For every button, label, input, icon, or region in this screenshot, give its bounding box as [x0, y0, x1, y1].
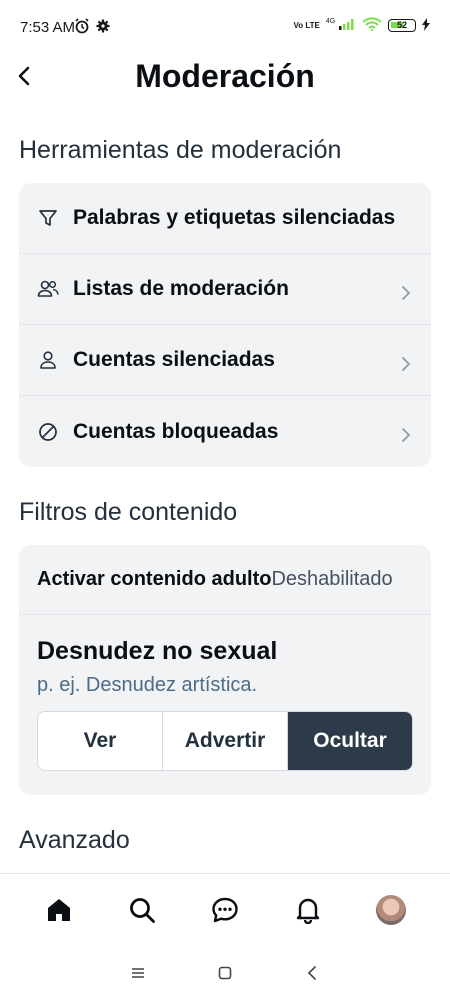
adult-content-value: Deshabilitado — [271, 568, 393, 590]
avatar — [375, 894, 406, 925]
tool-row-moderation-lists[interactable]: Listas de moderación — [19, 254, 431, 325]
status-bar: 7:53 AM Vo LTE 4G 52 — [0, 0, 450, 56]
volte-label: Vo LTE — [293, 20, 320, 30]
adult-content-label: Activar contenido adulto — [37, 568, 272, 590]
home-system-button[interactable] — [210, 958, 240, 988]
square-icon — [218, 966, 232, 979]
recents-button[interactable] — [123, 958, 153, 988]
nudity-description: p. ej. Desnudez artística. — [37, 674, 258, 696]
header: Moderación — [0, 52, 450, 100]
search-icon — [130, 897, 156, 923]
bottom-nav — [0, 873, 450, 945]
chevron-right-icon — [402, 357, 411, 371]
bell-icon — [296, 898, 319, 924]
tool-label: Palabras y etiquetas silenciadas — [73, 206, 396, 229]
nav-notifications[interactable] — [280, 882, 336, 938]
wifi-icon — [362, 17, 382, 34]
status-right: Vo LTE 4G 52 — [293, 17, 430, 34]
nav-search[interactable] — [114, 882, 170, 938]
home-icon — [48, 898, 71, 921]
settings-icon — [96, 19, 110, 38]
nudity-segmented-control: Ver Advertir Ocultar — [37, 711, 413, 771]
option-hide-button[interactable]: Ocultar — [288, 712, 412, 770]
chevron-right-icon — [402, 286, 411, 300]
nudity-title: Desnudez no sexual — [37, 637, 278, 665]
tool-label: Listas de moderación — [73, 277, 289, 300]
nav-home[interactable] — [31, 882, 87, 938]
filter-icon — [37, 207, 59, 229]
section-title-advanced: Avanzado — [19, 826, 130, 854]
option-warn-button[interactable]: Advertir — [163, 712, 288, 770]
section-title-filters: Filtros de contenido — [19, 498, 238, 526]
back-system-button[interactable] — [297, 958, 327, 988]
chevron-right-icon — [402, 428, 411, 442]
menu-icon — [132, 967, 145, 978]
signal-icon: 4G — [326, 18, 356, 33]
user-icon — [37, 349, 59, 371]
tool-label: Cuentas bloqueadas — [73, 419, 279, 443]
tool-label: Cuentas silenciadas — [73, 348, 275, 371]
section-title-tools: Herramientas de moderación — [19, 136, 342, 164]
status-time: 7:53 AM — [20, 19, 76, 36]
tool-row-muted-accounts[interactable]: Cuentas silenciadas — [19, 325, 431, 396]
users-icon — [37, 278, 59, 300]
system-nav-bar — [0, 945, 450, 1000]
block-icon — [37, 421, 59, 443]
page-title: Moderación — [135, 58, 315, 94]
tool-row-muted-words[interactable]: Palabras y etiquetas silenciadas — [19, 183, 431, 254]
moderation-tools-card: Palabras y etiquetas silenciadas Listas … — [19, 183, 431, 467]
nav-profile[interactable] — [363, 882, 419, 938]
alarm-icon — [74, 18, 90, 39]
content-filters-card: Activar contenido adulto Deshabilitado D… — [19, 545, 431, 795]
option-show-button[interactable]: Ver — [38, 712, 163, 770]
status-left-icons — [74, 18, 110, 39]
battery-icon: 52 — [388, 19, 416, 32]
adult-content-row[interactable]: Activar contenido adulto Deshabilitado — [19, 545, 431, 615]
triangle-back-icon — [307, 965, 316, 980]
network-type: 4G — [325, 18, 336, 25]
nav-chat[interactable] — [197, 882, 253, 938]
charging-icon — [422, 17, 430, 34]
tool-row-blocked-accounts[interactable]: Cuentas bloqueadas — [19, 396, 431, 467]
chat-icon — [212, 897, 238, 922]
nudity-filter: Desnudez no sexual p. ej. Desnudez artís… — [19, 615, 431, 771]
